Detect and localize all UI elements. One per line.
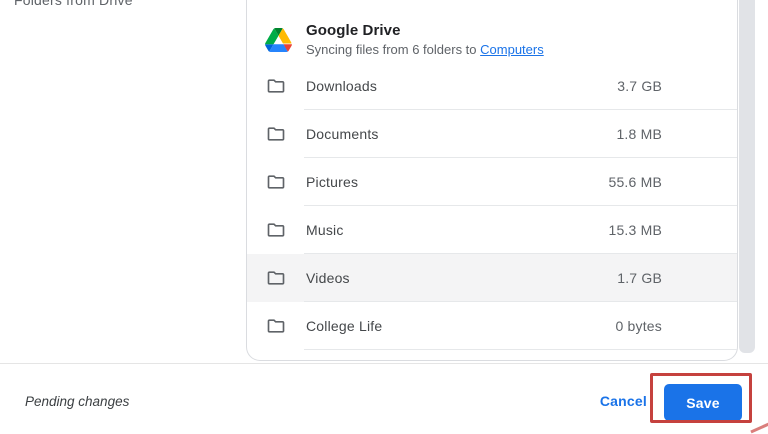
folder-row[interactable]: College Life 0 bytes xyxy=(247,302,737,350)
folder-size: 1.8 MB xyxy=(616,126,662,142)
save-button[interactable]: Save xyxy=(664,384,742,421)
folder-icon xyxy=(266,268,286,288)
folder-row[interactable]: Music 15.3 MB xyxy=(247,206,737,254)
folder-name: Pictures xyxy=(306,174,358,190)
footer-bar: Pending changes Cancel xyxy=(0,363,768,434)
folder-name: Videos xyxy=(306,270,350,286)
drive-subtitle: Syncing files from 6 folders to Computer… xyxy=(306,42,544,57)
folder-icon xyxy=(266,76,286,96)
scrollbar-thumb[interactable] xyxy=(739,0,755,353)
folder-size: 55.6 MB xyxy=(608,174,662,190)
sidebar-section-label: Folders from Drive xyxy=(14,0,133,8)
folder-row[interactable]: Documents 1.8 MB xyxy=(247,110,737,158)
drive-settings-panel: Google Drive Syncing files from 6 folder… xyxy=(246,0,738,361)
folder-list: Downloads 3.7 GB Documents 1.8 MB Pictur… xyxy=(247,62,737,350)
folder-row[interactable]: Pictures 55.6 MB xyxy=(247,158,737,206)
folder-name: Music xyxy=(306,222,344,238)
google-drive-logo-icon xyxy=(265,28,292,52)
folder-size: 0 bytes xyxy=(615,318,662,334)
cancel-button[interactable]: Cancel xyxy=(600,393,647,409)
pending-changes-status: Pending changes xyxy=(25,394,129,409)
folder-name: Downloads xyxy=(306,78,377,94)
folder-size: 15.3 MB xyxy=(608,222,662,238)
drive-header-text: Google Drive Syncing files from 6 folder… xyxy=(306,22,544,57)
folder-size: 3.7 GB xyxy=(617,78,662,94)
folder-name: Documents xyxy=(306,126,379,142)
folder-icon xyxy=(266,316,286,336)
folder-icon xyxy=(266,124,286,144)
folder-name: College Life xyxy=(306,318,382,334)
drive-subtitle-text: Syncing files from 6 folders to xyxy=(306,42,480,57)
folder-icon xyxy=(266,172,286,192)
computers-link[interactable]: Computers xyxy=(480,42,544,57)
folder-size: 1.7 GB xyxy=(617,270,662,286)
folder-row[interactable]: Downloads 3.7 GB xyxy=(247,62,737,110)
drive-title: Google Drive xyxy=(306,22,544,39)
drive-header: Google Drive Syncing files from 6 folder… xyxy=(265,22,737,57)
folder-row[interactable]: Videos 1.7 GB xyxy=(247,254,737,302)
folder-icon xyxy=(266,220,286,240)
